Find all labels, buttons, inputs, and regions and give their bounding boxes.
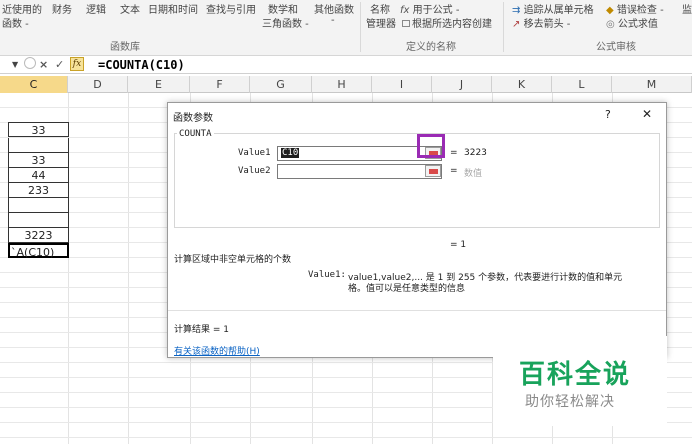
- total-result: = 1: [450, 240, 467, 250]
- cell-c-3[interactable]: 33: [8, 153, 69, 168]
- calc-result: 计算结果 = 1: [174, 325, 229, 335]
- name-box-dropdown-icon[interactable]: ▼: [12, 60, 18, 69]
- cell-c-active[interactable]: `A(C10): [8, 243, 69, 259]
- param-desc-label: Value1:: [308, 270, 346, 280]
- column-header-i[interactable]: I: [372, 76, 432, 93]
- datetime-button[interactable]: 日期和时间: [148, 1, 198, 16]
- cancel-icon[interactable]: ×: [39, 58, 48, 71]
- column-header-g[interactable]: G: [250, 76, 312, 93]
- grid-row-line: [0, 437, 692, 438]
- name-manager-label: 管理器: [366, 19, 396, 30]
- value1-label: Value1: [238, 148, 271, 158]
- watermark-title: 百科全说: [519, 360, 632, 390]
- watermark: 百科全说 助你轻松解决: [493, 336, 667, 426]
- column-header-f[interactable]: F: [190, 76, 250, 93]
- close-button[interactable]: ✕: [642, 107, 652, 121]
- value1-equals: =: [450, 148, 458, 158]
- function-description: 计算区域中非空单元格的个数: [174, 255, 292, 265]
- name-manager-button[interactable]: 名称: [370, 1, 390, 16]
- group-defined-names: 定义的名称: [406, 42, 456, 53]
- column-header-row: C D E F G H I J K L M: [0, 76, 692, 93]
- dialog-divider: [168, 310, 666, 311]
- cell-c-2[interactable]: [8, 138, 69, 153]
- watermark-subtitle: 助你轻松解决: [525, 394, 615, 410]
- cell-c-6[interactable]: [8, 198, 69, 213]
- range-select-icon: [429, 169, 438, 174]
- table-icon: [402, 20, 410, 27]
- math-button[interactable]: 数学和: [268, 1, 298, 16]
- highlight-box: [417, 134, 445, 158]
- value2-input[interactable]: [277, 164, 442, 179]
- value2-hint: 数值: [464, 169, 483, 179]
- ribbon: 近使用的 函数 - 财务 逻辑 文本 日期和时间 查找与引用 数学和 三角函数 …: [0, 0, 692, 56]
- column-header-c[interactable]: C: [0, 76, 68, 93]
- cell-c-7[interactable]: [8, 213, 69, 228]
- recent-used-dropdown[interactable]: 函数 -: [2, 15, 29, 30]
- help-button[interactable]: ?: [605, 108, 611, 121]
- value1-result: 3223: [464, 148, 487, 158]
- group-formula-audit: 公式审核: [596, 42, 636, 53]
- logic-button[interactable]: 逻辑: [86, 1, 106, 16]
- lookup-button[interactable]: 查找与引用: [206, 1, 256, 16]
- math-dropdown[interactable]: 三角函数 -: [262, 15, 309, 30]
- cell-c-8[interactable]: 3223: [8, 228, 69, 243]
- column-header-e[interactable]: E: [128, 76, 190, 93]
- formula-input[interactable]: =COUNTA(C10): [98, 58, 185, 72]
- group-function-library: 函数库: [110, 42, 140, 53]
- dialog-title: 函数参数: [173, 113, 213, 124]
- param-desc-line2: 格。值可以是任意类型的信息: [348, 284, 466, 294]
- use-in-formula-button[interactable]: fx 用于公式 -: [400, 1, 459, 16]
- evaluate-formula-button[interactable]: ◎ 公式求值: [606, 15, 658, 30]
- enter-icon[interactable]: ✓: [55, 58, 64, 71]
- column-header-d[interactable]: D: [68, 76, 128, 93]
- cell-c-5[interactable]: 233: [8, 183, 69, 198]
- value2-label: Value2: [238, 166, 271, 176]
- value2-equals: =: [450, 166, 458, 176]
- cell-c-4[interactable]: 44: [8, 168, 69, 183]
- column-header-k[interactable]: K: [492, 76, 552, 93]
- column-header-l[interactable]: L: [552, 76, 612, 93]
- help-link[interactable]: 有关该函数的帮助(H): [174, 344, 260, 357]
- watch-window-button[interactable]: 监: [682, 1, 692, 16]
- insert-function-icon[interactable]: fx: [70, 57, 84, 71]
- error-check-button[interactable]: ◆ 错误检查 -: [606, 1, 664, 16]
- collapse-dialog-button-2[interactable]: [425, 165, 441, 177]
- finance-button[interactable]: 财务: [52, 1, 72, 16]
- remove-arrow-icon: ↗: [512, 19, 521, 30]
- cell-c-1[interactable]: 33: [8, 122, 69, 137]
- text-button[interactable]: 文本: [120, 1, 140, 16]
- recent-used-button[interactable]: 近使用的: [2, 1, 42, 16]
- create-from-selection-button[interactable]: 根据所选内容创建: [402, 15, 492, 30]
- column-header-h[interactable]: H: [312, 76, 372, 93]
- column-header-j[interactable]: J: [432, 76, 492, 93]
- name-box-circle-icon: [24, 57, 36, 69]
- trace-dependents-button[interactable]: ⇉ 追踪从属单元格: [512, 1, 594, 16]
- other-functions-button[interactable]: 其他函数: [314, 1, 354, 16]
- evaluate-icon: ◎: [606, 19, 615, 30]
- remove-arrows-button[interactable]: ↗ 移去箭头 -: [512, 15, 570, 30]
- other-functions-dropdown[interactable]: -: [331, 15, 335, 26]
- ribbon-separator: [360, 2, 361, 52]
- function-name-label: COUNTA: [177, 129, 214, 139]
- function-arguments-dialog: 函数参数 ? ✕ COUNTA Value1 C10 = 3223 Value2…: [167, 102, 667, 358]
- ribbon-separator: [503, 2, 504, 52]
- column-header-m[interactable]: M: [612, 76, 692, 93]
